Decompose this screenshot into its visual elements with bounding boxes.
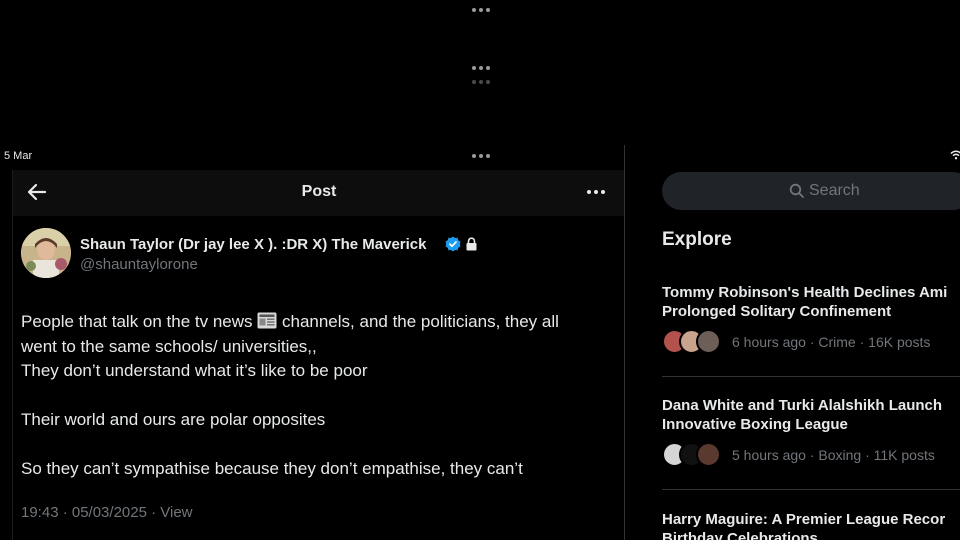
divider xyxy=(662,376,960,377)
author-name[interactable]: Shaun Taylor (Dr jay lee X ). :DR X) The… xyxy=(80,236,427,253)
trend-title: Harry Maguire: A Premier League Recor xyxy=(662,511,946,528)
post-detail-pane: Post Shaun Taylor (Dr jay lee X ). :DR X… xyxy=(12,170,625,540)
trend-title: Birthday Celebrations xyxy=(662,530,818,540)
avatar[interactable] xyxy=(21,228,71,278)
post-text-line: People that talk on the tv news xyxy=(21,312,258,331)
trend-title: Tommy Robinson's Health Declines Ami xyxy=(662,284,948,301)
more-options-icon[interactable] xyxy=(587,190,605,194)
trend-title: Prolonged Solitary Confinement xyxy=(662,303,892,320)
page-title: Post xyxy=(301,183,337,200)
trend-meta: 5 hours ago · Boxing · 11K posts xyxy=(732,447,935,463)
post-text-line: So they can’t sympathise because they do… xyxy=(21,459,523,478)
search-icon xyxy=(789,183,805,199)
wifi-icon xyxy=(950,150,960,163)
trend-item[interactable]: Dana White and Turki Alalshikh Launch In… xyxy=(662,396,960,476)
status-date: 5 Mar xyxy=(4,150,33,162)
author-handle[interactable]: @shauntaylorone xyxy=(80,256,198,273)
multitasking-dots[interactable] xyxy=(472,154,490,158)
trend-avatars xyxy=(662,329,721,354)
trend-title: Innovative Boxing League xyxy=(662,416,848,433)
search-placeholder: Search xyxy=(809,182,860,199)
verified-badge-icon xyxy=(445,236,461,252)
post-text-line: went to the same schools/ universities,, xyxy=(21,336,317,356)
pane-divider[interactable] xyxy=(624,145,625,540)
post-header: Post xyxy=(13,170,625,216)
window-handle-dots[interactable] xyxy=(472,66,490,70)
search-input[interactable]: Search xyxy=(662,172,960,210)
newspaper-icon xyxy=(257,312,277,329)
trend-meta: 6 hours ago · Crime · 16K posts xyxy=(732,334,931,350)
post-timestamp[interactable]: 19:43 · 05/03/2025 · View xyxy=(21,504,193,521)
trend-title: Dana White and Turki Alalshikh Launch xyxy=(662,397,943,414)
post-text-line: Their world and ours are polar opposites xyxy=(21,410,326,429)
trend-item[interactable]: Tommy Robinson's Health Declines Ami Pro… xyxy=(662,283,960,363)
post-text-line: channels, and the politicians, they all xyxy=(277,312,559,331)
lock-icon xyxy=(465,237,478,251)
divider xyxy=(662,489,960,490)
window-handle-dots xyxy=(472,80,490,84)
window-handle-dots[interactable] xyxy=(472,8,490,12)
post-text: People that talk on the tv news channels… xyxy=(21,310,611,482)
trend-item[interactable]: Harry Maguire: A Premier League Recor Bi… xyxy=(662,510,960,540)
trend-avatars xyxy=(662,442,721,467)
explore-heading: Explore xyxy=(662,229,732,250)
post-text-line: They don’t understand what it’s like to … xyxy=(21,361,368,380)
